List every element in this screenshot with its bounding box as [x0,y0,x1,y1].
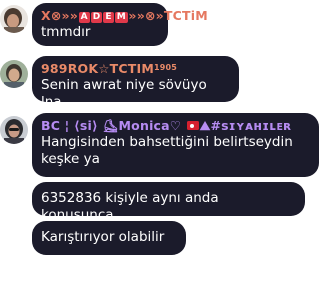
message-bubble[interactable]: 6352836 kişiyle aynı anda konuşunca [32,182,305,223]
message-bubble[interactable]: X⊗»» A D E M »»⊗»TCTiM tmmdır [32,3,208,46]
sender-name-main: 989ROK☆TCTIM [41,61,154,76]
sender-name-prefix: X⊗»» [41,8,79,23]
message-bubble[interactable]: Karıştırıyor olabilir [32,221,186,255]
sender-name[interactable]: 989ROK☆TCTIM1905 [41,61,229,77]
sender-name-boxed-letter: M [114,12,128,23]
avatar[interactable] [0,60,28,88]
message-bubble[interactable]: BC ¦ ⟨si⟩ ⛸Monica♡ ⛰#ꜱɪʏᴀʜɪʟᴇʀ Hangisind… [32,113,319,177]
sender-name-suffix: »»⊗»TCTiM [128,8,208,23]
sender-name-superscript: 1905 [153,63,178,72]
sender-name-boxed-letter: E [103,12,114,23]
avatar[interactable] [0,116,28,144]
message-text: Senin awrat niye sövüyo lna [41,77,207,110]
chat-thread: X⊗»» A D E M »»⊗»TCTiM tmmdır 989ROK☆TCTIM190… [0,0,320,304]
avatar[interactable] [0,5,28,33]
sender-name-boxed-letter: A [78,12,90,23]
message-text: Karıştırıyor olabilir [41,229,165,245]
message-text: Hangisinden bahsettiğini belirtseydin ke… [41,134,293,167]
message-text: 6352836 kişiyle aynı anda konuşunca [41,190,219,223]
sender-name-part: BC ¦ ⟨si⟩ ⛸Monica♡ [41,118,186,133]
sender-name-part: ⛰#ꜱɪʏᴀʜɪʟᴇʀ [199,118,292,133]
sender-name[interactable]: X⊗»» A D E M »»⊗»TCTiM [41,8,208,24]
message-text: tmmdır [41,24,91,40]
flag-icon [186,121,199,130]
sender-name-boxed-letter: D [90,12,103,23]
message-bubble[interactable]: 989ROK☆TCTIM1905 Senin awrat niye sövüyo… [32,56,239,110]
sender-name[interactable]: BC ¦ ⟨si⟩ ⛸Monica♡ ⛰#ꜱɪʏᴀʜɪʟᴇʀ [41,118,309,134]
